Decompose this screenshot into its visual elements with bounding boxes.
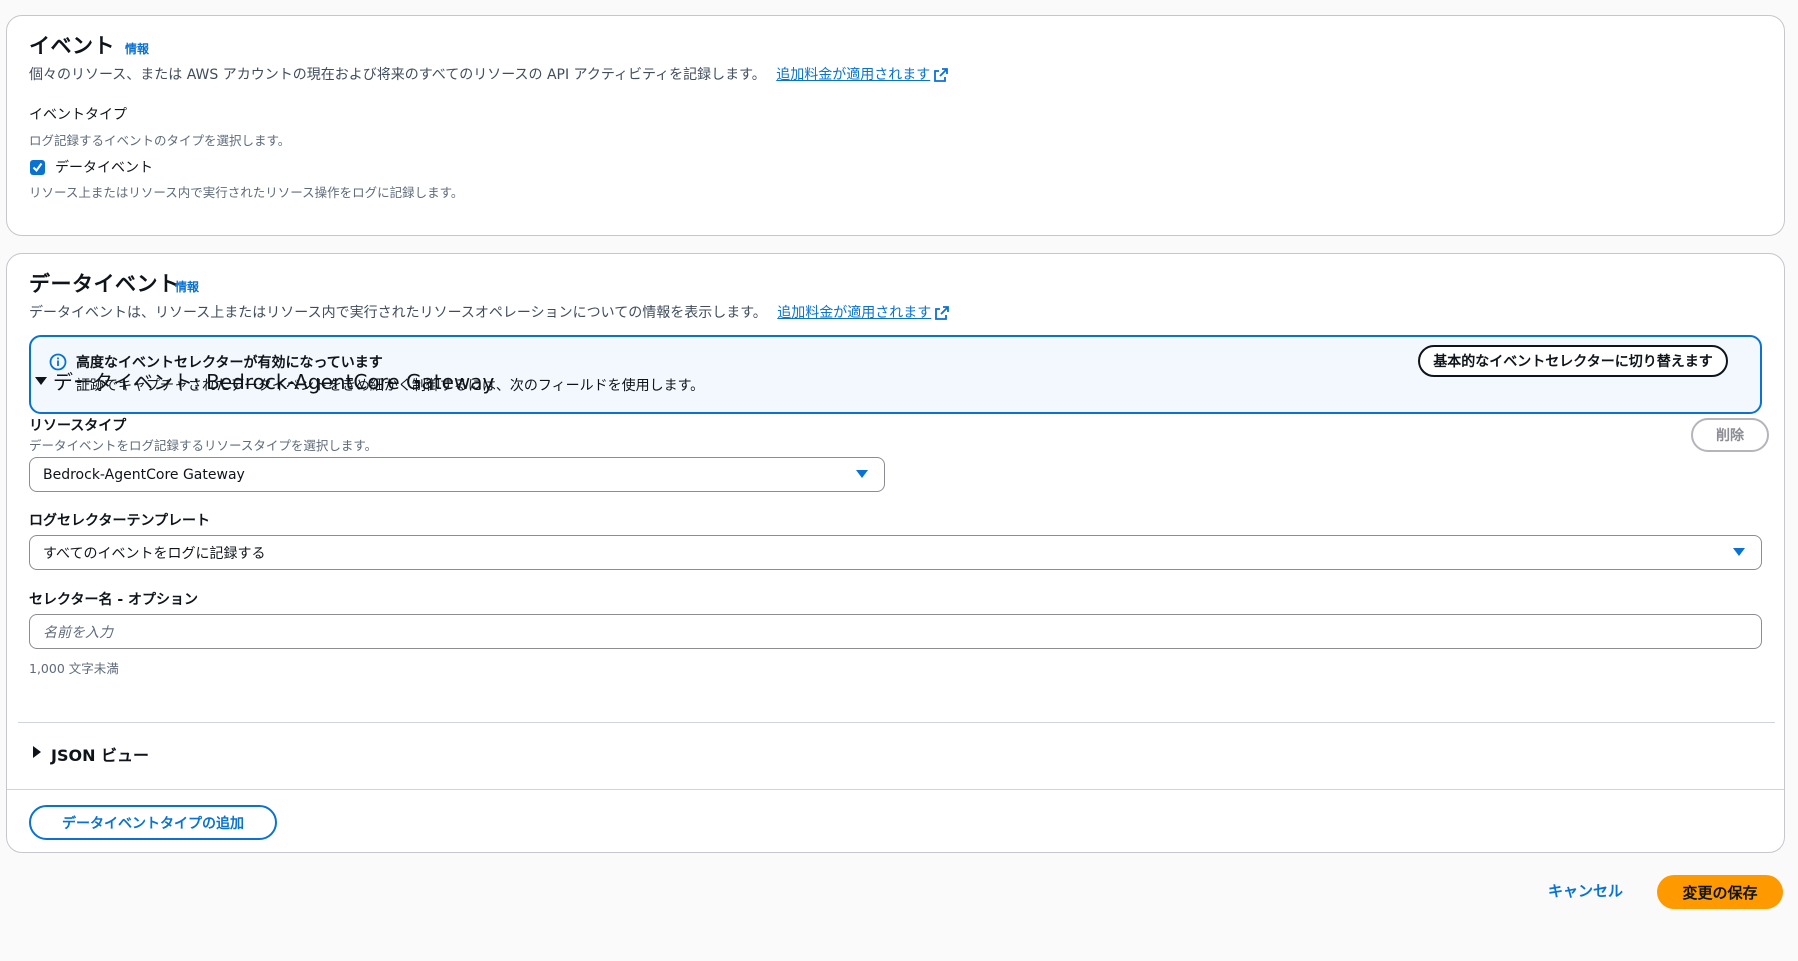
log-selector-value: すべてのイベントをログに記録する bbox=[43, 545, 266, 562]
selector-name-placeholder: 名前を入力 bbox=[43, 624, 113, 641]
add-data-event-type-button[interactable]: データイベントタイプの追加 bbox=[29, 805, 277, 840]
resource-type-select[interactable]: Bedrock-AgentCore Gateway bbox=[29, 457, 885, 492]
data-events-checkbox[interactable] bbox=[30, 160, 45, 175]
data-events-pricing-link[interactable]: 追加料金が適用されます bbox=[777, 305, 931, 321]
external-link-icon bbox=[934, 68, 949, 82]
event-type-hint: ログ記録するイベントのタイプを選択します。 bbox=[29, 133, 291, 148]
data-events-info-link[interactable]: 情報 bbox=[175, 278, 199, 295]
page: イベント 情報 個々のリソース、または AWS アカウントの現在および将来のすべ… bbox=[0, 0, 1798, 961]
resource-type-hint: データイベントをログ記録するリソースタイプを選択します。 bbox=[29, 438, 378, 453]
caret-down-icon bbox=[1733, 548, 1745, 556]
resource-type-value: Bedrock-AgentCore Gateway bbox=[43, 466, 245, 483]
cancel-button[interactable]: キャンセル bbox=[1548, 880, 1623, 901]
divider bbox=[7, 789, 1784, 790]
switch-basic-selectors-button[interactable]: 基本的なイベントセレクターに切り替えます bbox=[1418, 345, 1728, 377]
divider bbox=[18, 722, 1775, 723]
event-type-label: イベントタイプ bbox=[29, 107, 127, 123]
data-events-checkbox-label[interactable]: データイベント bbox=[55, 157, 153, 177]
events-panel: イベント 情報 個々のリソース、または AWS アカウントの現在および将来のすべ… bbox=[6, 15, 1785, 236]
external-link-icon bbox=[935, 306, 950, 320]
data-events-hint: リソース上またはリソース内で実行されたリソース操作をログに記録します。 bbox=[29, 185, 464, 200]
log-selector-select[interactable]: すべてのイベントをログに記録する bbox=[29, 535, 1762, 570]
caret-right-icon[interactable] bbox=[33, 746, 41, 758]
data-events-panel: データイベント 情報 データイベントは、リソース上またはリソース内で実行されたリ… bbox=[6, 253, 1785, 853]
events-info-link[interactable]: 情報 bbox=[125, 40, 149, 57]
events-title: イベント bbox=[29, 34, 115, 58]
remove-button[interactable]: 削除 bbox=[1691, 418, 1769, 452]
data-events-description-text: データイベントは、リソース上またはリソース内で実行されたリソースオペレーションに… bbox=[29, 305, 767, 321]
events-pricing-link[interactable]: 追加料金が適用されます bbox=[776, 67, 930, 83]
data-events-title: データイベント bbox=[29, 272, 180, 296]
caret-down-icon[interactable] bbox=[35, 377, 47, 385]
log-selector-label: ログセレクターテンプレート bbox=[29, 513, 211, 529]
selector-name-hint: 1,000 文字未満 bbox=[29, 661, 119, 676]
check-icon bbox=[32, 162, 43, 173]
json-view-toggle[interactable]: JSON ビュー bbox=[51, 742, 149, 766]
data-event-section-title[interactable]: データイベント: Bedrock-AgentCore Gateway bbox=[53, 366, 494, 395]
selector-name-label: セレクター名 - オプション bbox=[29, 592, 198, 608]
selector-name-input[interactable]: 名前を入力 bbox=[29, 614, 1762, 649]
events-description-text: 個々のリソース、または AWS アカウントの現在および将来のすべてのリソースの … bbox=[29, 67, 766, 83]
caret-down-icon bbox=[856, 470, 868, 478]
save-changes-button[interactable]: 変更の保存 bbox=[1657, 875, 1783, 909]
resource-type-label: リソースタイプ bbox=[29, 418, 127, 434]
data-events-description: データイベントは、リソース上またはリソース内で実行されたリソースオペレーションに… bbox=[29, 302, 950, 322]
events-description: 個々のリソース、または AWS アカウントの現在および将来のすべてのリソースの … bbox=[29, 64, 949, 84]
